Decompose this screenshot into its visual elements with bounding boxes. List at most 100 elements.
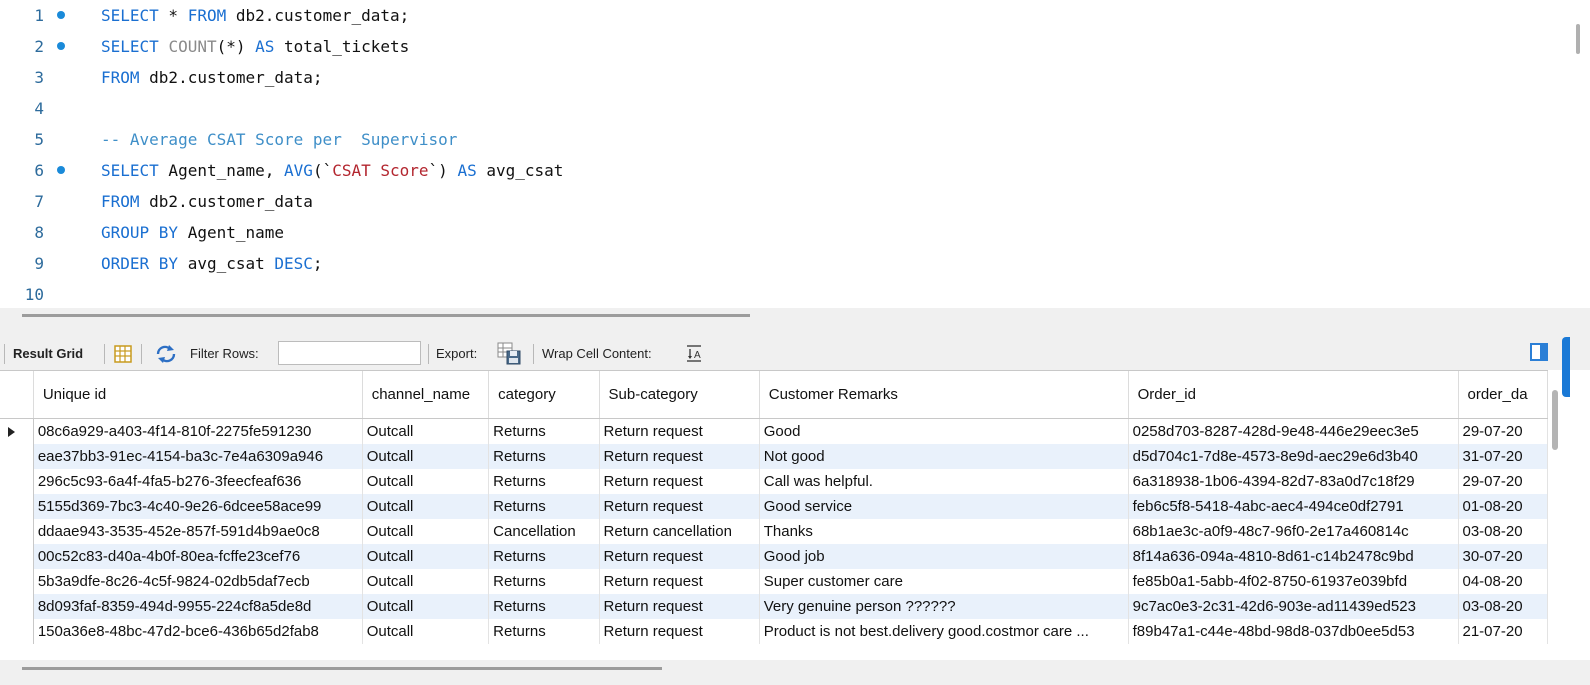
editor-line[interactable]: 2 SELECT COUNT(*) AS total_tickets [0,31,1560,62]
row-selector[interactable] [0,569,34,594]
table-cell[interactable]: Outcall [362,544,490,569]
table-cell[interactable]: Outcall [362,418,490,444]
table-cell[interactable]: Return request [599,494,760,519]
table-cell[interactable]: 150a36e8-48bc-47d2-bce6-436b65d2fab8 [33,619,363,644]
row-selector[interactable] [0,418,34,444]
table-cell[interactable]: 00c52c83-d40a-4b0f-80ea-fcffe23cef76 [33,544,363,569]
editor-line[interactable]: 1 SELECT * FROM db2.customer_data; [0,0,1560,31]
table-row[interactable]: 5b3a9dfe-8c26-4c5f-9824-02db5daf7ecb Outc… [0,569,1548,594]
table-cell[interactable]: f89b47a1-c44e-48bd-98d8-037db0ee5d53 [1128,619,1459,644]
row-selector[interactable] [0,544,34,569]
column-header[interactable]: category [488,371,600,419]
table-cell[interactable]: Good service [759,494,1129,519]
refresh-icon[interactable] [154,344,178,367]
table-cell[interactable]: Return cancellation [599,519,760,544]
table-cell[interactable]: 9c7ac0e3-2c31-42d6-903e-ad11439ed523 [1128,594,1459,619]
editor-vertical-scrollbar[interactable] [1576,24,1580,54]
editor-horizontal-scrollbar[interactable] [22,314,750,317]
table-cell[interactable]: Return request [599,569,760,594]
table-cell[interactable]: Return request [599,594,760,619]
editor-line[interactable]: 10 [0,279,1560,308]
result-grid-tab[interactable]: Result Grid [13,346,83,361]
table-row[interactable]: 00c52c83-d40a-4b0f-80ea-fcffe23cef76 Outc… [0,544,1548,569]
table-cell[interactable]: Return request [599,469,760,494]
editor-line[interactable]: 3 FROM db2.customer_data; [0,62,1560,93]
table-cell[interactable]: Outcall [362,519,490,544]
table-cell[interactable]: 30-07-20 [1458,544,1548,569]
table-cell[interactable]: Very genuine person ?????? [759,594,1129,619]
table-cell[interactable]: Outcall [362,569,490,594]
row-selector[interactable] [0,444,34,469]
table-cell[interactable]: Return request [599,619,760,644]
column-header[interactable]: Customer Remarks [759,371,1129,419]
table-row[interactable]: 150a36e8-48bc-47d2-bce6-436b65d2fab8 Outc… [0,619,1548,644]
table-cell[interactable]: Return request [599,418,760,444]
table-cell[interactable]: Outcall [362,619,490,644]
filter-rows-input[interactable] [278,341,421,365]
table-cell[interactable]: Returns [488,444,600,469]
table-cell[interactable]: Returns [488,569,600,594]
table-cell[interactable]: Good job [759,544,1129,569]
editor-line[interactable]: 7 FROM db2.customer_data [0,186,1560,217]
table-cell[interactable]: Returns [488,469,600,494]
grid-horizontal-scrollbar[interactable] [22,667,662,670]
table-cell[interactable]: Cancellation [488,519,600,544]
wrap-cell-content-icon[interactable]: A [685,345,705,366]
table-cell[interactable]: 03-08-20 [1458,594,1548,619]
table-cell[interactable]: Not good [759,444,1129,469]
sidebar-tab-accent[interactable] [1562,337,1570,397]
column-header[interactable]: order_da [1458,371,1548,419]
row-selector[interactable] [0,619,34,644]
table-cell[interactable]: Outcall [362,469,490,494]
row-selector[interactable] [0,494,34,519]
side-panel-toggle-icon[interactable] [1530,343,1548,361]
table-cell[interactable]: 6a318938-1b06-4394-82d7-83a0d7c18f29 [1128,469,1459,494]
column-header[interactable]: Order_id [1128,371,1459,419]
table-cell[interactable]: fe85b0a1-5abb-4f02-8750-61937e039bfd [1128,569,1459,594]
grid-layout-icon[interactable] [113,344,133,367]
table-cell[interactable]: 29-07-20 [1458,418,1548,444]
table-cell[interactable]: 03-08-20 [1458,519,1548,544]
table-row[interactable]: ddaae943-3535-452e-857f-591d4b9ae0c8 Outc… [0,519,1548,544]
table-cell[interactable]: Return request [599,444,760,469]
table-cell[interactable]: 31-07-20 [1458,444,1548,469]
table-cell[interactable]: Returns [488,544,600,569]
table-cell[interactable]: 21-07-20 [1458,619,1548,644]
grid-vertical-scrollbar[interactable] [1552,390,1558,450]
table-row[interactable]: 296c5c93-6a4f-4fa5-b276-3feecfeaf636 Outc… [0,469,1548,494]
table-cell[interactable]: Outcall [362,494,490,519]
table-cell[interactable]: 29-07-20 [1458,469,1548,494]
table-row[interactable]: 8d093faf-8359-494d-9955-224cf8a5de8d Outc… [0,594,1548,619]
table-cell[interactable]: 8d093faf-8359-494d-9955-224cf8a5de8d [33,594,363,619]
table-cell[interactable]: feb6c5f8-5418-4abc-aec4-494ce0df2791 [1128,494,1459,519]
table-cell[interactable]: Returns [488,418,600,444]
table-cell[interactable]: Good [759,418,1129,444]
table-cell[interactable]: 0258d703-8287-428d-9e48-446e29eec3e5 [1128,418,1459,444]
table-cell[interactable]: 5b3a9dfe-8c26-4c5f-9824-02db5daf7ecb [33,569,363,594]
column-header[interactable]: Unique id [33,371,363,419]
table-cell[interactable]: Product is not best.delivery good.costmo… [759,619,1129,644]
table-cell[interactable]: Returns [488,594,600,619]
column-header[interactable]: Sub-category [599,371,760,419]
editor-line[interactable]: 4 [0,93,1560,124]
table-cell[interactable]: eae37bb3-91ec-4154-ba3c-7e4a6309a946 [33,444,363,469]
editor-line[interactable]: 5 -- Average CSAT Score per Supervisor [0,124,1560,155]
table-cell[interactable]: 04-08-20 [1458,569,1548,594]
table-cell[interactable]: 08c6a929-a403-4f14-810f-2275fe591230 [33,418,363,444]
table-cell[interactable]: Outcall [362,444,490,469]
row-selector[interactable] [0,469,34,494]
editor-line[interactable]: 9 ORDER BY avg_csat DESC; [0,248,1560,279]
column-header[interactable]: channel_name [362,371,490,419]
table-row[interactable]: eae37bb3-91ec-4154-ba3c-7e4a6309a946 Outc… [0,444,1548,469]
table-cell[interactable]: 5155d369-7bc3-4c40-9e26-6dcee58ace99 [33,494,363,519]
row-selector[interactable] [0,594,34,619]
editor-line[interactable]: 6 SELECT Agent_name, AVG(`CSAT Score`) AS… [0,155,1560,186]
table-cell[interactable]: 68b1ae3c-a0f9-48c7-96f0-2e17a460814c [1128,519,1459,544]
table-cell[interactable]: Thanks [759,519,1129,544]
table-cell[interactable]: 8f14a636-094a-4810-8d61-c14b2478c9bd [1128,544,1459,569]
table-cell[interactable]: Super customer care [759,569,1129,594]
table-cell[interactable]: 01-08-20 [1458,494,1548,519]
table-row[interactable]: 08c6a929-a403-4f14-810f-2275fe591230 Outc… [0,418,1548,444]
sql-editor[interactable]: 1 SELECT * FROM db2.customer_data; 2 SELECT… [0,0,1568,308]
export-icon[interactable] [497,342,523,369]
